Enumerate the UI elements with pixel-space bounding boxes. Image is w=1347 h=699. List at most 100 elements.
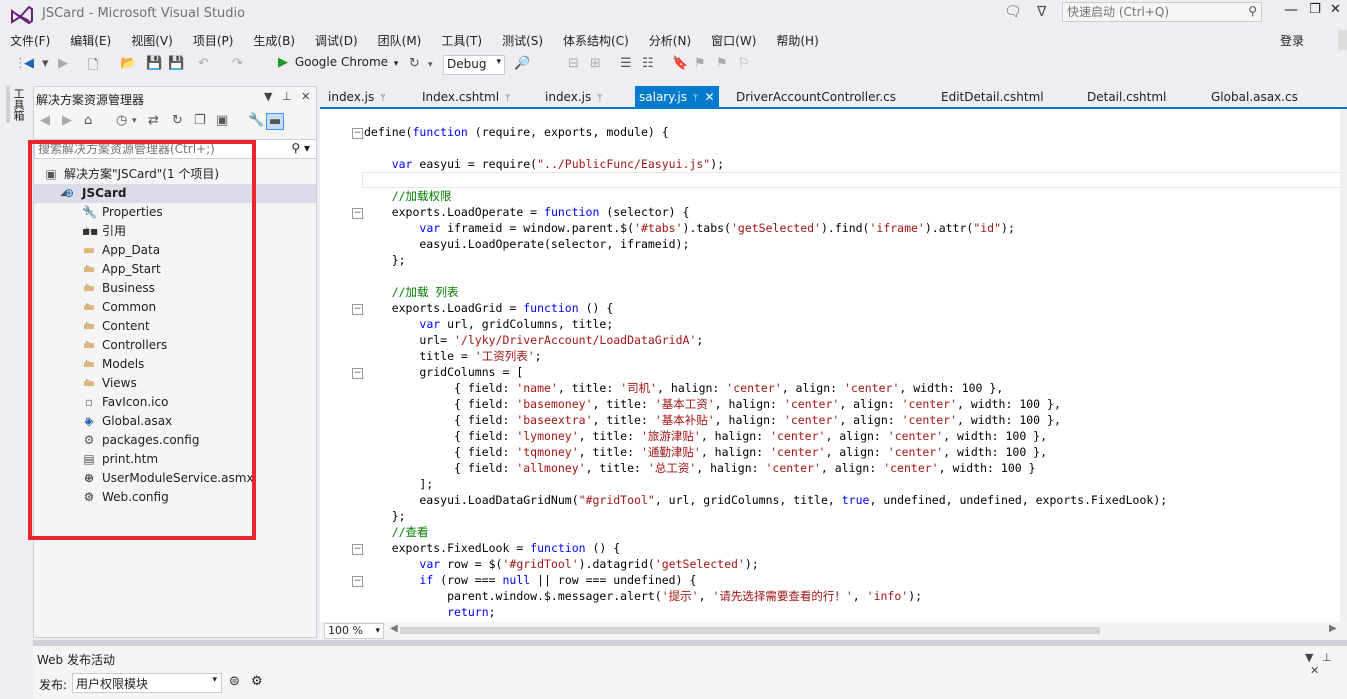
pin-icon[interactable]: ᛘ xyxy=(597,94,602,104)
menu-view[interactable]: 视图(V) xyxy=(121,30,183,52)
publish-profile-select[interactable]: 用户权限模块 ▾ xyxy=(72,673,222,693)
tree-item[interactable]: ▷ ▬ App_Start xyxy=(34,260,316,279)
sign-in-link[interactable]: 登录 xyxy=(1280,32,1304,49)
close-icon[interactable]: ✕ xyxy=(301,90,310,103)
scroll-left-icon[interactable]: ◀ xyxy=(390,623,398,634)
tree-item[interactable]: ▫ FavIcon.ico xyxy=(34,393,316,412)
collapse-icon[interactable]: − xyxy=(352,128,363,139)
tree-item[interactable]: ▷ ▬ Common xyxy=(34,298,316,317)
tree-item[interactable]: ▤ print.htm xyxy=(34,450,316,469)
comment-icon[interactable]: ☰ xyxy=(620,56,632,71)
tree-item[interactable]: ▣ 解决方案"JSCard"(1 个项目) xyxy=(34,165,316,184)
tree-item[interactable]: ▷ ▪▪ 引用 xyxy=(34,222,316,241)
collapse-icon[interactable]: − xyxy=(352,544,363,555)
chevron-down-icon[interactable]: ▾ xyxy=(132,116,137,126)
menu-file[interactable]: 文件(F) xyxy=(0,30,60,52)
solution-config-select[interactable]: Debug ▾ xyxy=(443,55,505,75)
chevron-down-icon[interactable]: ▾ xyxy=(428,60,433,70)
tree-item[interactable]: ▷ ⚙ Web.config xyxy=(34,488,316,507)
menu-tools[interactable]: 工具(T) xyxy=(431,30,492,52)
collapse-icon[interactable]: − xyxy=(352,208,363,219)
menu-help[interactable]: 帮助(H) xyxy=(766,30,828,52)
tree-item[interactable]: ▬ App_Data xyxy=(34,241,316,260)
collapse-icon[interactable]: − xyxy=(352,576,363,587)
dropdown-arrow-icon[interactable]: ▾ xyxy=(42,56,49,71)
uncomment-icon[interactable]: ☷ xyxy=(642,56,654,71)
tree-item[interactable]: ▷ ▬ Controllers xyxy=(34,336,316,355)
forward-icon[interactable]: ▶ xyxy=(58,56,68,71)
maximize-button[interactable]: ❐ xyxy=(1304,2,1326,22)
tree-item[interactable]: ▷ ▬ Models xyxy=(34,355,316,374)
find-in-files-icon[interactable]: 🔎 xyxy=(514,56,530,71)
tree-item[interactable]: ▷ ▬ Views xyxy=(34,374,316,393)
tab-editdetail[interactable]: EditDetail.cshtml xyxy=(941,86,1044,108)
tree-item[interactable]: ◢ ⊕ JSCard xyxy=(34,184,316,203)
pin-icon[interactable]: ⊥ xyxy=(282,90,292,103)
forward-icon[interactable]: ▶ xyxy=(62,113,72,128)
solution-search-input[interactable] xyxy=(35,140,286,158)
next-bookmark-icon[interactable]: ⚑ xyxy=(716,56,728,71)
start-debugging-button[interactable]: ▶ Google Chrome ▾ xyxy=(278,55,398,75)
pin-icon[interactable]: ᛘ xyxy=(505,94,510,104)
menu-project[interactable]: 项目(P) xyxy=(183,30,244,52)
back-icon[interactable]: ◀ xyxy=(40,113,50,128)
pending-changes-icon[interactable]: ◷ xyxy=(116,113,127,128)
pin-icon[interactable]: ᛘ xyxy=(693,94,698,104)
collapse-icon[interactable]: − xyxy=(352,304,363,315)
quick-launch-input[interactable] xyxy=(1063,3,1241,21)
scroll-right-icon[interactable]: ▶ xyxy=(1329,623,1337,634)
toolbox-tab[interactable]: 工具箱 xyxy=(6,86,26,123)
sync-icon[interactable]: ⇄ xyxy=(148,113,159,128)
quick-launch-box[interactable]: ⚲ xyxy=(1062,2,1262,22)
minimize-button[interactable]: — xyxy=(1280,2,1302,22)
tree-item[interactable]: ▷ 🔧 Properties xyxy=(34,203,316,222)
refresh-icon[interactable]: ↻ xyxy=(172,113,183,128)
redo-icon[interactable]: ↷ xyxy=(232,56,243,71)
tab-detail[interactable]: Detail.cshtml xyxy=(1087,86,1166,108)
collapse-icon[interactable]: − xyxy=(352,368,363,379)
zoom-select[interactable]: 100 % ▾ xyxy=(324,623,384,639)
publish-icon[interactable]: ⊜ xyxy=(229,674,240,689)
chevron-down-icon[interactable]: ▼ xyxy=(264,90,272,103)
tab-index-js-2[interactable]: index.js ᛘ xyxy=(545,86,603,108)
close-icon[interactable]: ✕ xyxy=(1310,664,1319,677)
tab-salary-js[interactable]: salary.js ᛘ ✕ xyxy=(635,86,719,108)
menu-debug[interactable]: 调试(D) xyxy=(305,30,368,52)
home-icon[interactable]: ⌂ xyxy=(84,113,92,128)
menu-team[interactable]: 团队(M) xyxy=(368,30,432,52)
pin-icon[interactable]: ᛘ xyxy=(380,94,385,104)
preview-icon[interactable]: ▬ xyxy=(266,113,285,130)
menu-build[interactable]: 生成(B) xyxy=(243,30,305,52)
clear-bookmarks-icon[interactable]: ⚐ xyxy=(738,56,750,71)
open-file-icon[interactable]: 📂 xyxy=(120,56,136,71)
menu-analyze[interactable]: 分析(N) xyxy=(639,30,701,52)
code-text[interactable]: define(function (require, exports, modul… xyxy=(364,124,1167,620)
tree-item[interactable]: ▷ ⊕ UserModuleService.asmx xyxy=(34,469,316,488)
bookmark-icon[interactable]: 🔖 xyxy=(672,56,688,71)
collapse-all-icon[interactable]: ❐ xyxy=(194,113,206,128)
tree-item[interactable]: ▷ ▬ Business xyxy=(34,279,316,298)
refresh-icon[interactable]: ↻ xyxy=(409,56,420,71)
menu-test[interactable]: 测试(S) xyxy=(492,30,553,52)
notification-icon[interactable]: 🗨 xyxy=(1004,4,1022,20)
properties-icon[interactable]: 🔧 xyxy=(248,113,264,128)
menu-architecture[interactable]: 体系结构(C) xyxy=(553,30,639,52)
tree-item[interactable]: ▷ ◈ Global.asax xyxy=(34,412,316,431)
format-icon[interactable]: ⊞ xyxy=(590,56,601,71)
tree-item[interactable]: ▷ ▬ Content xyxy=(34,317,316,336)
new-project-icon[interactable]: 🗋 xyxy=(88,56,98,78)
vertical-scrollbar[interactable] xyxy=(1340,109,1347,622)
back-icon[interactable]: ◀ xyxy=(24,56,34,71)
prev-bookmark-icon[interactable]: ⚑ xyxy=(694,56,706,71)
feedback-filter-icon[interactable]: ∇ xyxy=(1037,4,1046,20)
tab-driveraccountcontroller[interactable]: DriverAccountController.cs xyxy=(736,86,896,108)
pin-icon[interactable]: ⊥ xyxy=(1322,651,1332,664)
save-icon[interactable]: 💾 xyxy=(146,56,162,71)
close-button[interactable]: ✕ xyxy=(1330,2,1347,22)
align-icon[interactable]: ⊟ xyxy=(568,56,579,71)
chevron-down-icon[interactable]: ▼ xyxy=(1305,651,1313,664)
solution-search-box[interactable]: ⚲ ▾ xyxy=(34,139,317,159)
save-all-icon[interactable]: 💾 xyxy=(168,56,184,71)
menu-window[interactable]: 窗口(W) xyxy=(701,30,766,52)
tab-index-js[interactable]: index.js ᛘ xyxy=(328,86,386,108)
